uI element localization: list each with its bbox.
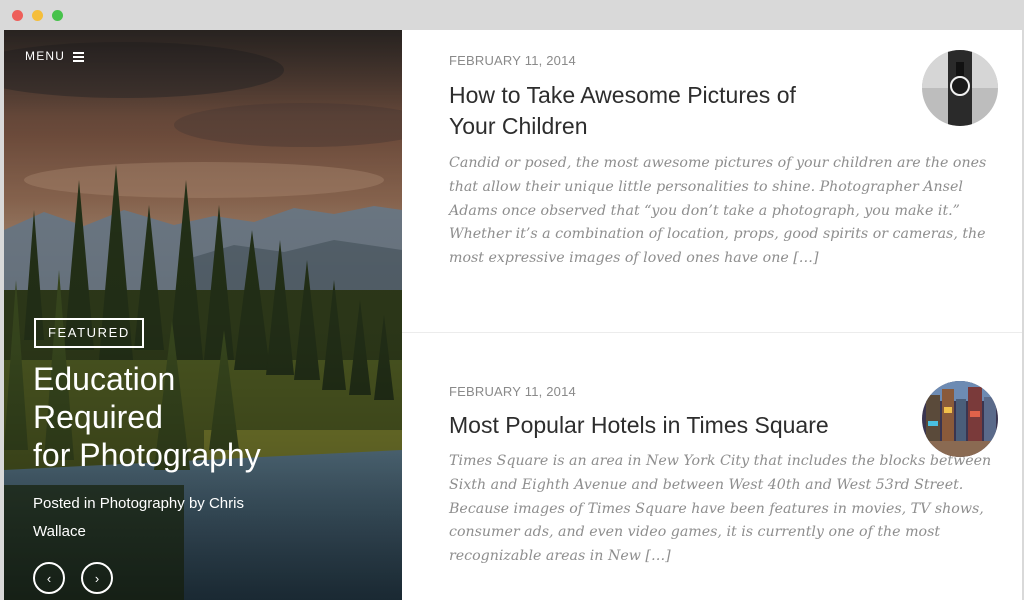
post-title[interactable]: How to Take Awesome Pictures of Your Chi… <box>449 80 829 142</box>
child-photo-image <box>922 50 998 126</box>
featured-title-line: Education <box>33 361 176 397</box>
featured-title-line: for Photography <box>33 437 261 473</box>
post-title[interactable]: Most Popular Hotels in Times Square <box>449 410 829 441</box>
post-date: FEBRUARY 11, 2014 <box>449 53 576 68</box>
minimize-window-icon[interactable] <box>32 10 43 21</box>
hamburger-icon <box>73 51 85 62</box>
times-square-photo-image <box>922 381 998 457</box>
post-thumbnail-avatar[interactable] <box>922 381 998 457</box>
chevron-right-icon[interactable]: › <box>81 562 113 594</box>
window-titlebar <box>0 0 1024 30</box>
browser-window: MENU FEATURED Education Required for Pho… <box>0 0 1024 600</box>
post-thumbnail-avatar[interactable] <box>922 50 998 126</box>
maximize-window-icon[interactable] <box>52 10 63 21</box>
featured-post-meta: Posted in Photography by Chris Wallace <box>33 495 244 540</box>
post-excerpt: Times Square is an area in New York City… <box>449 453 992 565</box>
post-excerpt: Candid or posed, the most awesome pictur… <box>449 155 987 267</box>
post-list: FEBRUARY 11, 2014 How to Take Awesome Pi… <box>402 30 1022 600</box>
menu-label: MENU <box>25 49 66 63</box>
featured-post-title[interactable]: Education Required for Photography <box>33 360 373 474</box>
post-item: FEBRUARY 11, 2014 How to Take Awesome Pi… <box>402 30 1022 333</box>
featured-hero: MENU FEATURED Education Required for Pho… <box>4 30 402 600</box>
close-window-icon[interactable] <box>12 10 23 21</box>
post-item: FEBRUARY 11, 2014 Most Popular Hotels in… <box>402 334 1022 600</box>
featured-title-line: Required <box>33 399 163 435</box>
chevron-left-icon[interactable]: ‹ <box>33 562 65 594</box>
post-date: FEBRUARY 11, 2014 <box>449 384 576 399</box>
slider-controls: ‹ › <box>33 562 113 594</box>
featured-badge: FEATURED <box>34 318 144 348</box>
menu-button[interactable]: MENU <box>25 49 85 63</box>
